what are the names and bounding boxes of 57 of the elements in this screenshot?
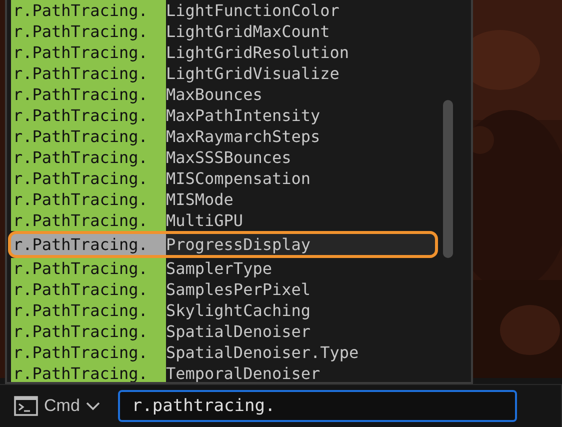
match-prefix: r.PathTracing.	[11, 279, 166, 300]
suggestion-item[interactable]: r.PathTracing. SamplesPerPixel	[11, 279, 435, 300]
console-mode-button[interactable]: Cmd	[14, 390, 100, 422]
suggestion-item[interactable]: r.PathTracing. SpatialDenoiser.Type	[11, 342, 435, 363]
suggestion-item[interactable]: r.PathTracing. LightGridResolution	[11, 42, 435, 63]
command-name: MaxRaymarchSteps	[166, 126, 320, 147]
suggestion-item[interactable]: r.PathTracing. LightFunctionColor	[11, 0, 435, 21]
command-name: MultiGPU	[166, 210, 244, 231]
suggestion-item[interactable]: r.PathTracing. SpatialDenoiser	[11, 321, 435, 342]
suggestion-item[interactable]: r.PathTracing. LightGridVisualize	[11, 63, 435, 84]
match-prefix: r.PathTracing.	[11, 105, 166, 126]
chevron-down-icon	[86, 401, 100, 411]
match-prefix: r.PathTracing.	[11, 258, 166, 279]
command-name: SpatialDenoiser	[166, 321, 310, 342]
command-name: MaxPathIntensity	[166, 105, 320, 126]
match-prefix: r.PathTracing.	[11, 210, 166, 231]
command-name: MISCompensation	[166, 168, 310, 189]
match-prefix: r.PathTracing.	[11, 42, 166, 63]
command-name: SkylightCaching	[166, 300, 310, 321]
match-prefix: r.PathTracing.	[11, 84, 166, 105]
match-prefix: r.PathTracing.	[11, 321, 166, 342]
match-prefix: r.PathTracing.	[11, 234, 166, 255]
command-name: ProgressDisplay	[166, 234, 310, 255]
suggestion-item[interactable]: r.PathTracing. SamplerType	[11, 258, 435, 279]
command-name: LightGridResolution	[166, 42, 350, 63]
terminal-icon	[14, 396, 38, 416]
match-prefix: r.PathTracing.	[11, 342, 166, 363]
match-prefix: r.PathTracing.	[11, 300, 166, 321]
command-name: MaxBounces	[166, 84, 262, 105]
match-prefix: r.PathTracing.	[11, 147, 166, 168]
suggestion-item[interactable]: r.PathTracing. MaxPathIntensity	[11, 105, 435, 126]
match-prefix: r.PathTracing.	[11, 126, 166, 147]
scrollbar-thumb[interactable]	[443, 100, 453, 258]
command-name: LightGridVisualize	[166, 63, 340, 84]
command-name: TemporalDenoiser	[166, 363, 320, 382]
match-prefix: r.PathTracing.	[11, 168, 166, 189]
console-input-field[interactable]: r.pathtracing.	[118, 390, 517, 422]
match-prefix: r.PathTracing.	[11, 189, 166, 210]
command-name: SpatialDenoiser.Type	[166, 342, 359, 363]
suggestion-item[interactable]: r.PathTracing. SkylightCaching	[11, 300, 435, 321]
suggestion-item[interactable]: r.PathTracing. ProgressDisplay	[11, 234, 435, 255]
suggestion-item[interactable]: r.PathTracing. MaxBounces	[11, 84, 435, 105]
suggestion-item[interactable]: r.PathTracing. MISCompensation	[11, 168, 435, 189]
suggestion-item[interactable]: r.PathTracing. MaxRaymarchSteps	[11, 126, 435, 147]
suggestion-item[interactable]: r.PathTracing. LightGridMaxCount	[11, 21, 435, 42]
command-name: SamplesPerPixel	[166, 279, 310, 300]
suggestion-item[interactable]: r.PathTracing. MaxSSSBounces	[11, 147, 435, 168]
command-name: MISMode	[166, 189, 234, 210]
command-name: SamplerType	[166, 258, 272, 279]
match-prefix: r.PathTracing.	[11, 0, 166, 21]
suggestion-item[interactable]: r.PathTracing. MISMode	[11, 189, 435, 210]
command-name: LightGridMaxCount	[166, 21, 330, 42]
command-name: MaxSSSBounces	[166, 147, 292, 168]
match-prefix: r.PathTracing.	[11, 63, 166, 84]
match-prefix: r.PathTracing.	[11, 21, 166, 42]
command-name: LightFunctionColor	[166, 0, 340, 21]
suggestion-item[interactable]: r.PathTracing. MultiGPU	[11, 210, 435, 231]
